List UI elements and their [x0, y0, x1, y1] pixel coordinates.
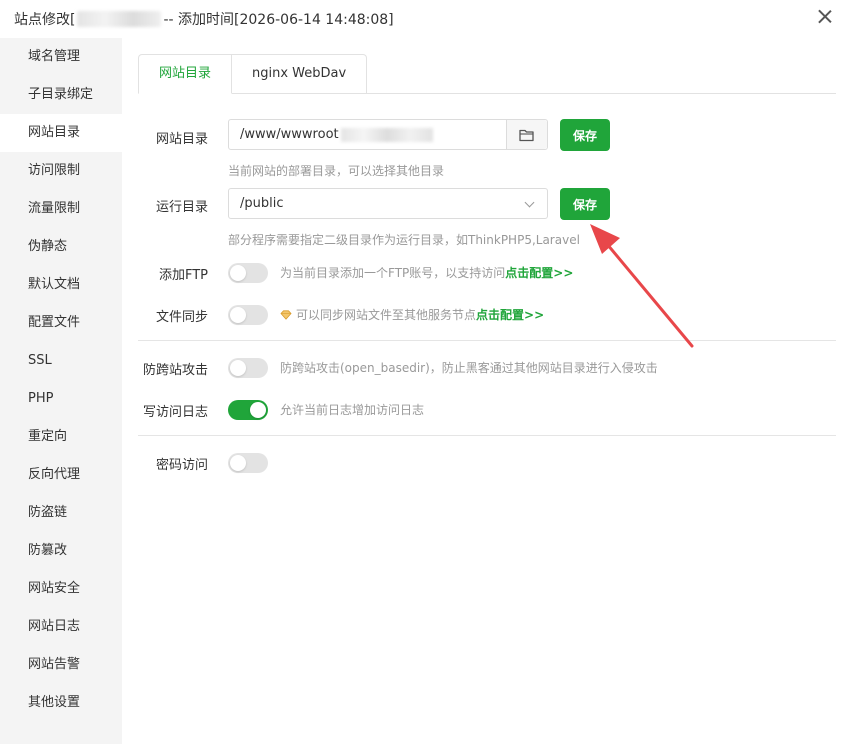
- sync-config-arrows[interactable]: >>: [524, 308, 544, 322]
- run-dir-value: /public: [240, 196, 284, 211]
- sync-config-link[interactable]: 点击配置: [476, 308, 524, 322]
- main-panel: 网站目录 nginx WebDav 网站目录 /www/wwwroot 保存 当…: [122, 38, 848, 744]
- folder-icon[interactable]: [506, 120, 547, 149]
- sidebar-item-ssl[interactable]: SSL: [0, 342, 122, 380]
- sidebar-item-tamper-proof[interactable]: 防篡改: [0, 532, 122, 570]
- tab-nginx-webdav[interactable]: nginx WebDav: [232, 54, 368, 94]
- sidebar-item-site-directory[interactable]: 网站目录: [0, 114, 122, 152]
- toggle-knob: [230, 360, 246, 376]
- sidebar-item-domain[interactable]: 域名管理: [0, 38, 122, 76]
- run-dir-label: 运行目录: [155, 200, 208, 215]
- ftp-config-arrows[interactable]: >>: [553, 266, 573, 280]
- cross-site-toggle[interactable]: [228, 358, 268, 378]
- tab-bar: 网站目录 nginx WebDav: [138, 54, 368, 94]
- access-log-toggle[interactable]: [228, 400, 268, 420]
- section-divider: [138, 435, 836, 436]
- sidebar-item-other-settings[interactable]: 其他设置: [0, 684, 122, 722]
- run-dir-hint: 部分程序需要指定二级目录作为运行目录，如ThinkPHP5,Laravel: [228, 233, 580, 247]
- sync-toggle[interactable]: [228, 305, 268, 325]
- dialog-title-prefix: 站点修改[: [14, 12, 76, 28]
- sidebar-item-reverse-proxy[interactable]: 反向代理: [0, 456, 122, 494]
- site-dir-hint: 当前网站的部署目录，可以选择其他目录: [228, 164, 445, 178]
- toggle-knob: [230, 455, 246, 471]
- run-dir-save-button[interactable]: 保存: [560, 188, 610, 220]
- site-dir-input[interactable]: /www/wwwroot: [228, 119, 548, 150]
- sidebar-item-redirect[interactable]: 重定向: [0, 418, 122, 456]
- dialog-titlebar: 站点修改[ -- 添加时间[2026-06-14 14:48:08]: [0, 0, 848, 38]
- redacted-path: [340, 127, 433, 142]
- ftp-hint-text: 为当前目录添加一个FTP账号，以支持访问: [280, 266, 506, 280]
- chevron-down-icon: [524, 197, 535, 208]
- sidebar-item-subdir-binding[interactable]: 子目录绑定: [0, 76, 122, 114]
- sidebar-item-site-security[interactable]: 网站安全: [0, 570, 122, 608]
- ftp-config-link[interactable]: 点击配置: [505, 266, 553, 280]
- site-dir-label: 网站目录: [155, 132, 208, 147]
- sidebar-item-hotlink[interactable]: 防盗链: [0, 494, 122, 532]
- access-log-hint: 允许当前日志增加访问日志: [280, 403, 425, 417]
- access-log-label: 写访问日志: [142, 405, 208, 420]
- sync-hint: 可以同步网站文件至其他服务节点点击配置>>: [280, 306, 544, 323]
- toggle-knob: [230, 265, 246, 281]
- sidebar-item-rewrite[interactable]: 伪静态: [0, 228, 122, 266]
- sidebar-item-traffic-limit[interactable]: 流量限制: [0, 190, 122, 228]
- redacted-site-name: [77, 11, 162, 27]
- password-toggle[interactable]: [228, 453, 268, 473]
- sync-hint-text: 可以同步网站文件至其他服务节点: [296, 308, 477, 322]
- diamond-icon: [280, 310, 292, 320]
- sidebar-item-access-limit[interactable]: 访问限制: [0, 152, 122, 190]
- cross-site-label: 防跨站攻击: [142, 363, 208, 378]
- annotation-arrow-icon: [590, 224, 694, 348]
- tab-site-directory[interactable]: 网站目录: [138, 54, 233, 94]
- sidebar-item-php[interactable]: PHP: [0, 380, 122, 418]
- sync-label: 文件同步: [155, 310, 208, 325]
- run-dir-select[interactable]: /public: [228, 188, 548, 219]
- close-icon[interactable]: [816, 8, 834, 26]
- ftp-toggle[interactable]: [228, 263, 268, 283]
- toggle-knob: [230, 307, 246, 323]
- site-dir-value: /www/wwwroot: [240, 127, 339, 142]
- sidebar-item-site-log[interactable]: 网站日志: [0, 608, 122, 646]
- site-dir-save-button[interactable]: 保存: [560, 119, 610, 151]
- password-label: 密码访问: [155, 458, 208, 473]
- section-divider: [138, 340, 836, 341]
- toggle-knob: [250, 402, 266, 418]
- ftp-label: 添加FTP: [158, 268, 208, 283]
- sidebar-item-site-alert[interactable]: 网站告警: [0, 646, 122, 684]
- cross-site-hint: 防跨站攻击(open_basedir)，防止黑客通过其他网站目录进行入侵攻击: [280, 361, 658, 375]
- sidebar-item-default-doc[interactable]: 默认文档: [0, 266, 122, 304]
- sidebar-item-config-file[interactable]: 配置文件: [0, 304, 122, 342]
- sidebar: 域名管理 子目录绑定 网站目录 访问限制 流量限制 伪静态 默认文档 配置文件 …: [0, 38, 122, 744]
- dialog-title-suffix: -- 添加时间[2026-06-14 14:48:08]: [163, 12, 394, 28]
- ftp-hint: 为当前目录添加一个FTP账号，以支持访问点击配置>>: [280, 264, 573, 281]
